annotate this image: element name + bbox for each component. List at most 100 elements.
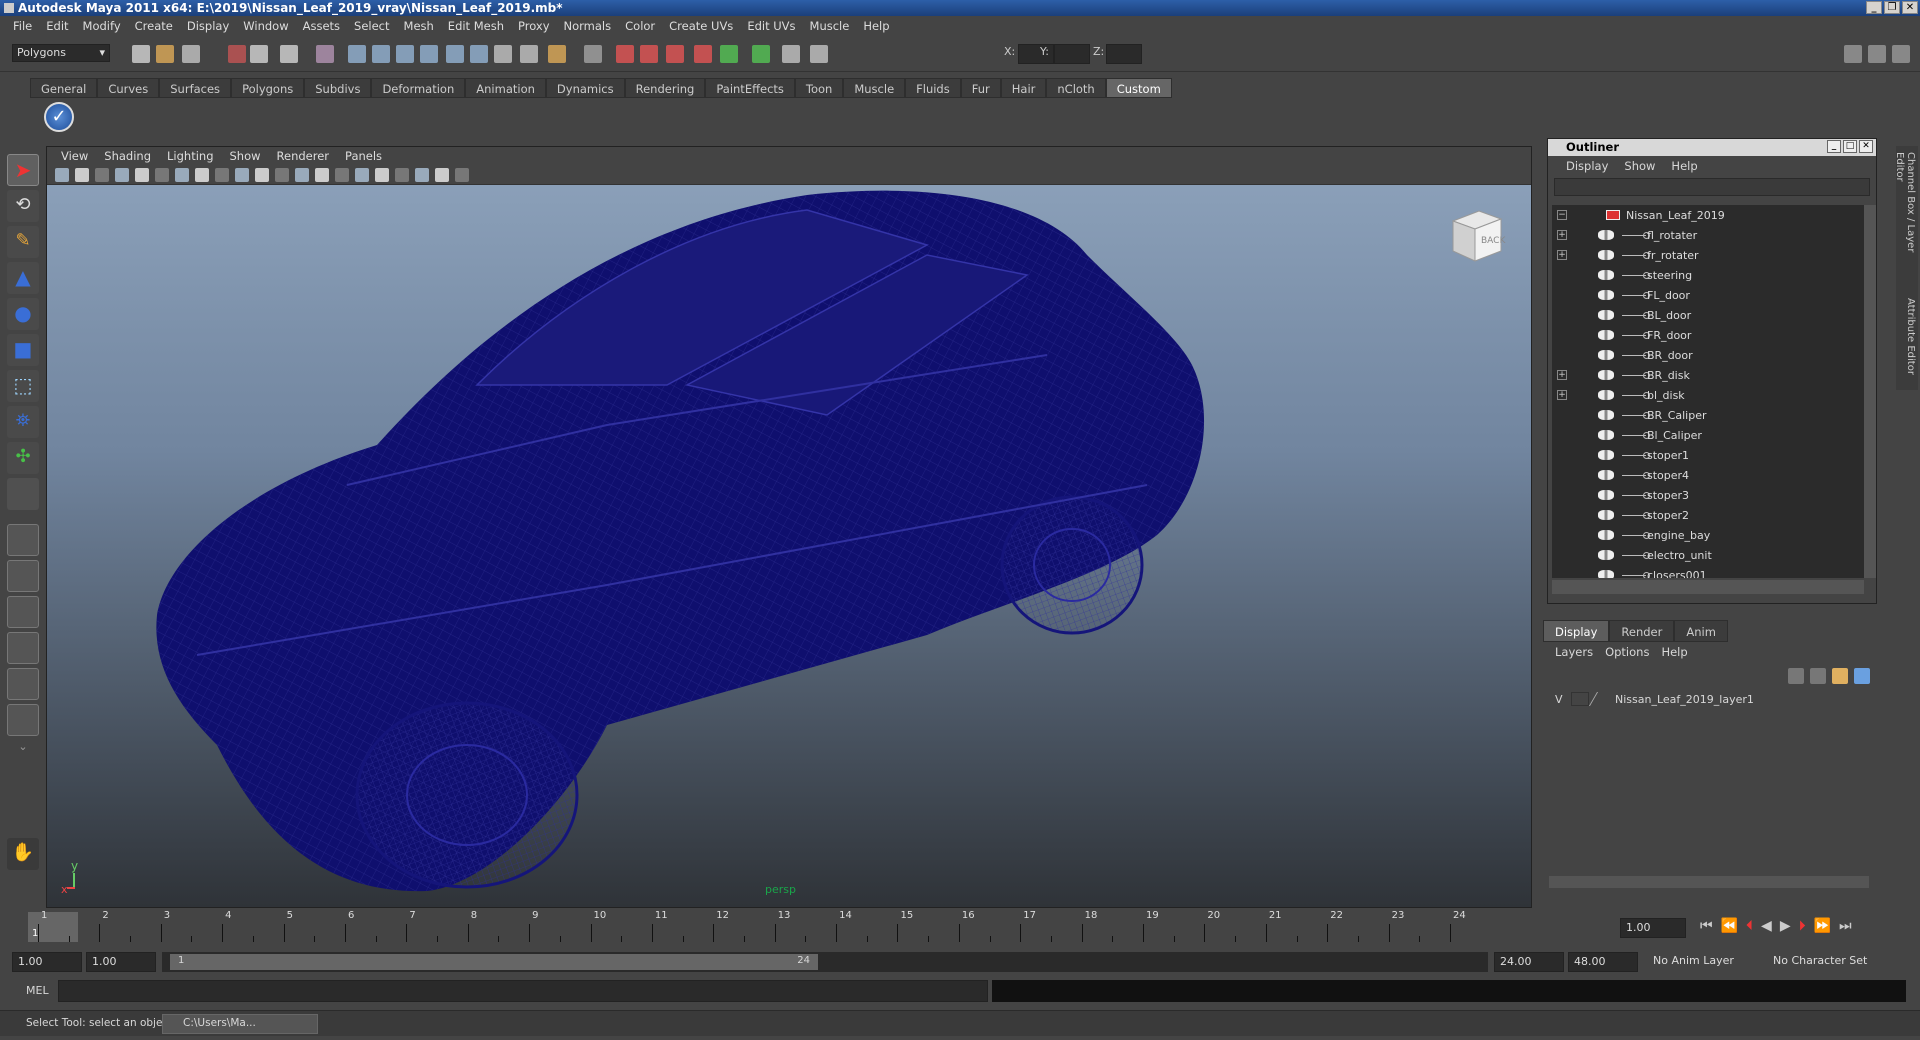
menu-mesh[interactable]: Mesh (397, 19, 441, 33)
viewport-menu-lighting[interactable]: Lighting (159, 149, 221, 163)
shelf-tab-ncloth[interactable]: nCloth (1046, 78, 1106, 98)
snap-live-icon[interactable] (470, 45, 488, 63)
outliner-row[interactable]: Bl_Caliper (1552, 425, 1864, 445)
shelf-tab-dynamics[interactable]: Dynamics (545, 78, 625, 98)
open-scene-icon[interactable] (156, 45, 174, 63)
step-back-key-icon[interactable]: ⏴ (1746, 918, 1753, 940)
range-slider-handle[interactable]: 1 24 (170, 954, 818, 970)
snap-curve-icon[interactable] (372, 45, 390, 63)
two-sided-lighting-icon[interactable] (455, 168, 469, 182)
toggle-panel-icon[interactable] (810, 45, 828, 63)
shelf-tab-fluids[interactable]: Fluids (905, 78, 961, 98)
hypershade-icon[interactable] (694, 45, 712, 63)
lasso-tool-icon[interactable]: ⟲ (7, 190, 39, 222)
outliner-row[interactable]: BL_door (1552, 305, 1864, 325)
select-camera-icon[interactable] (55, 168, 69, 182)
restore-button[interactable]: ❐ (1884, 1, 1900, 14)
menu-select[interactable]: Select (347, 19, 396, 33)
history-icon[interactable] (494, 45, 512, 63)
image-plane-icon[interactable] (115, 168, 129, 182)
menu-create[interactable]: Create (128, 19, 180, 33)
z-coord-input[interactable] (1106, 44, 1142, 64)
command-language-label[interactable]: MEL (26, 984, 49, 997)
save-scene-icon[interactable] (182, 45, 200, 63)
expand-toggle-icon[interactable]: + (1557, 230, 1567, 240)
camera-icon[interactable] (782, 45, 800, 63)
outliner-row[interactable]: BR_door (1552, 345, 1864, 365)
viewport-menu-shading[interactable]: Shading (96, 149, 159, 163)
time-slider[interactable]: 1 1 2 3 4 5 6 7 8 9 10 11 12 13 14 15 16 17 18 19 20 21 22 23 2… (12, 910, 1524, 944)
single-perspective-layout-icon[interactable] (7, 524, 39, 556)
shelf-tab-fur[interactable]: Fur (960, 78, 1001, 98)
outliner-row[interactable]: + bl_disk (1552, 385, 1864, 405)
viewport-menu-show[interactable]: Show (222, 149, 269, 163)
smooth-shade-icon[interactable] (295, 168, 309, 182)
lock-selection-icon[interactable] (316, 45, 334, 63)
isolate-select-icon[interactable] (415, 168, 429, 182)
sym-icon[interactable] (752, 45, 770, 63)
menu-proxy[interactable]: Proxy (511, 19, 557, 33)
paint-select-tool-icon[interactable]: ✎ (7, 226, 39, 258)
gate-mask-icon[interactable] (195, 168, 209, 182)
outliner-row[interactable]: closers001 (1552, 565, 1864, 578)
select-by-hierarchy-icon[interactable] (228, 45, 246, 63)
animation-start-field[interactable]: 1.00 (12, 952, 82, 972)
select-by-object-icon[interactable] (250, 45, 268, 63)
layer-menu-help[interactable]: Help (1655, 645, 1693, 659)
playback-start-field[interactable]: 1.00 (86, 952, 156, 972)
shadows-icon[interactable] (375, 168, 389, 182)
persp-graph-hypergraph-layout-icon[interactable] (7, 704, 39, 736)
expand-toggle-icon[interactable]: + (1557, 390, 1567, 400)
show-manipulator-icon[interactable]: ✣ (7, 442, 39, 474)
shelf-tab-deformation[interactable]: Deformation (371, 78, 466, 98)
textured-icon[interactable] (335, 168, 349, 182)
viewcube[interactable]: BACK (1445, 205, 1507, 267)
outliner-row[interactable]: stoper4 (1552, 465, 1864, 485)
hand-icon[interactable]: ✋ (7, 838, 39, 870)
hypershade-layout-icon[interactable] (7, 668, 39, 700)
viewport-menu-renderer[interactable]: Renderer (269, 149, 338, 163)
menu-assets[interactable]: Assets (296, 19, 347, 33)
wireframe-on-shaded-icon[interactable] (315, 168, 329, 182)
menu-muscle[interactable]: Muscle (803, 19, 857, 33)
layer-tab-anim[interactable]: Anim (1674, 620, 1728, 642)
step-forward-key-icon[interactable]: ⏵ (1799, 918, 1806, 940)
shelf-tab-general[interactable]: General (30, 78, 98, 98)
shelf-tab-subdivs[interactable]: Subdivs (304, 78, 372, 98)
outliner-menu-help[interactable]: Help (1663, 159, 1705, 173)
menu-set-selector[interactable]: Polygons (12, 44, 110, 62)
viewport-menu-panels[interactable]: Panels (337, 149, 390, 163)
outliner-row[interactable]: electro_unit (1552, 545, 1864, 565)
construction-history-icon[interactable] (584, 45, 602, 63)
channel-box-tab[interactable]: Channel Box / Layer Editor (1894, 152, 1916, 282)
minimize-button[interactable]: _ (1866, 1, 1882, 14)
move-tool-icon[interactable]: ▲ (7, 262, 39, 294)
toggle-attribute-editor-icon[interactable] (1892, 45, 1910, 63)
last-tool-icon[interactable] (7, 478, 39, 510)
outliner-row[interactable]: BR_Caliper (1552, 405, 1864, 425)
outliner-row[interactable]: stoper3 (1552, 485, 1864, 505)
rotate-tool-icon[interactable]: ● (7, 298, 39, 330)
manipulator-tool-icon[interactable]: ⬚ (7, 370, 39, 402)
scale-tool-icon[interactable]: ■ (7, 334, 39, 366)
snap-surface-icon[interactable] (446, 45, 464, 63)
anim-layer-dropdown[interactable]: No Anim Layer (1648, 952, 1760, 972)
layer-tab-render[interactable]: Render (1609, 620, 1675, 642)
character-set-dropdown[interactable]: No Character Set (1768, 952, 1884, 972)
safe-title-icon[interactable] (255, 168, 269, 182)
snap-point-icon[interactable] (396, 45, 414, 63)
range-slider-track[interactable]: 1 24 (162, 952, 1488, 972)
menu-display[interactable]: Display (180, 19, 236, 33)
animation-end-field[interactable]: 48.00 (1568, 952, 1638, 972)
play-backwards-icon[interactable]: ◀ (1761, 918, 1772, 940)
menu-window[interactable]: Window (236, 19, 295, 33)
layer-type-toggle[interactable] (1571, 692, 1589, 706)
outliner-row[interactable]: FR_door (1552, 325, 1864, 345)
outliner-filter-input[interactable] (1554, 178, 1870, 196)
outliner-row[interactable]: engine_bay (1552, 525, 1864, 545)
outliner-maximize-button[interactable]: □ (1843, 140, 1857, 153)
custom-shelf-button-icon[interactable]: ✓ (44, 102, 74, 132)
shelf-tab-toon[interactable]: Toon (794, 78, 844, 98)
expand-toggle-icon[interactable]: + (1557, 370, 1567, 380)
shelf-tab-custom[interactable]: Custom (1105, 78, 1172, 98)
